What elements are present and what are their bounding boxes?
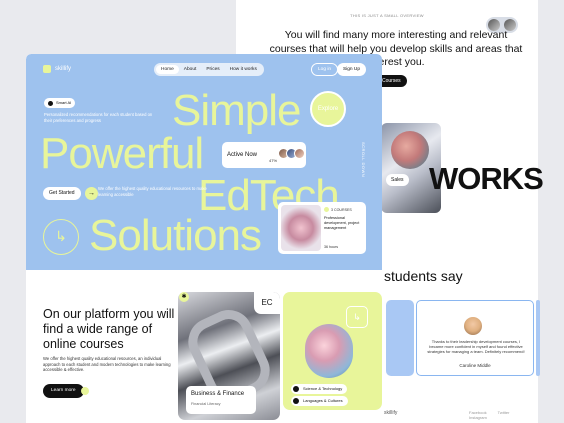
pill-label: Languages & Cultures — [303, 398, 343, 403]
works-heading: WORKS — [429, 161, 544, 196]
testimonial-card: Thanks to their leadership development c… — [416, 300, 534, 376]
scroll-label: SCROLL DOWN — [361, 142, 366, 178]
hero-title-line-2: Powerful — [40, 129, 204, 178]
testimonial-quote: Thanks to their leadership development c… — [427, 339, 525, 354]
avatar — [294, 148, 305, 159]
business-finance-card[interactable]: EC Business & Finance Financial Literacy — [178, 292, 280, 420]
pill-label: Science & Technology — [303, 386, 343, 391]
active-now-label: Active Now — [227, 152, 258, 158]
nav-item-about[interactable]: About — [179, 65, 202, 74]
nav-item-prices[interactable]: Prices — [201, 65, 224, 74]
main-nav: Home About Prices How it works — [154, 63, 264, 76]
login-button[interactable]: Log in — [311, 63, 339, 76]
chip-label: Smart AI — [56, 100, 72, 105]
abstract-image — [305, 324, 353, 378]
ec-label: EC — [254, 292, 280, 314]
testimonial-author: Caroline Middle — [459, 363, 491, 368]
gear-icon — [324, 207, 329, 212]
logo-text: skillify — [55, 66, 71, 72]
arrow-right-icon[interactable]: → — [85, 187, 98, 200]
course-tag: 3 COURSES — [324, 207, 352, 212]
students-heading: students say — [384, 268, 463, 284]
course-hours: 36 hours — [324, 245, 338, 249]
footer-link-instagram[interactable]: Instagram — [469, 415, 487, 420]
active-now-card: Active Now 47% — [222, 142, 306, 168]
logo[interactable]: skillify — [43, 65, 71, 73]
avatar — [464, 317, 482, 335]
get-started-caption: We offer the highest quality educational… — [98, 186, 207, 197]
category-pill-science[interactable]: Science & Technology — [291, 384, 348, 394]
course-image — [281, 205, 321, 251]
hero-section: skillify Home About Prices How it works … — [26, 54, 382, 270]
category-title: Business & Finance — [191, 391, 245, 397]
hero-lede: Personalized recommendations for each st… — [44, 112, 153, 123]
active-percent: 47% — [269, 158, 278, 163]
category-label: Business & Finance Financial Literacy — [186, 386, 256, 414]
explore-button[interactable]: Explore — [310, 91, 346, 127]
globe-icon — [293, 398, 299, 404]
arrow-down-right-icon[interactable]: ↳ — [346, 306, 368, 328]
learn-more-dot — [81, 387, 89, 395]
get-started-button[interactable]: Get Started — [43, 187, 81, 200]
sales-chip: Sales — [386, 174, 409, 186]
logo-icon — [43, 65, 51, 73]
platform-title: On our platform you will find a wide ran… — [43, 307, 175, 351]
learn-more-button[interactable]: Learn more — [43, 384, 84, 398]
smart-ai-chip: Smart AI — [44, 98, 76, 108]
atom-icon — [293, 386, 299, 392]
nav-item-how-it-works[interactable]: How it works — [225, 65, 262, 74]
hero-title-line-4: Solutions — [89, 211, 262, 260]
category-subtitle: Financial Literacy — [191, 402, 221, 406]
testimonial-card-prev[interactable] — [386, 300, 414, 376]
bot-icon — [48, 100, 53, 106]
science-languages-card[interactable]: ↳ Science & Technology Languages & Cultu… — [283, 292, 382, 410]
course-tag-label: 3 COURSES — [331, 207, 352, 212]
course-card[interactable]: 3 COURSES Professional development, proj… — [278, 202, 366, 254]
arrow-down-right-icon[interactable]: ↳ — [43, 219, 79, 255]
nav-item-home[interactable]: Home — [156, 65, 179, 74]
landing-page: skillify Home About Prices How it works … — [26, 54, 382, 423]
platform-description: We offer the highest quality educational… — [43, 356, 171, 372]
category-pill-languages[interactable]: Languages & Cultures — [291, 396, 348, 406]
footer-links: Facebook Twitter Instagram — [469, 410, 538, 420]
footer-logo: skillify — [384, 410, 398, 416]
course-description: Professional development, project manage… — [324, 216, 360, 230]
hero-title-line-1: Simple — [172, 86, 301, 135]
signup-button[interactable]: Sign Up — [337, 63, 367, 76]
testimonial-card-next[interactable] — [536, 300, 540, 376]
gear-icon: ✱ — [179, 292, 189, 302]
footer-link-twitter[interactable]: Twitter — [498, 410, 510, 415]
